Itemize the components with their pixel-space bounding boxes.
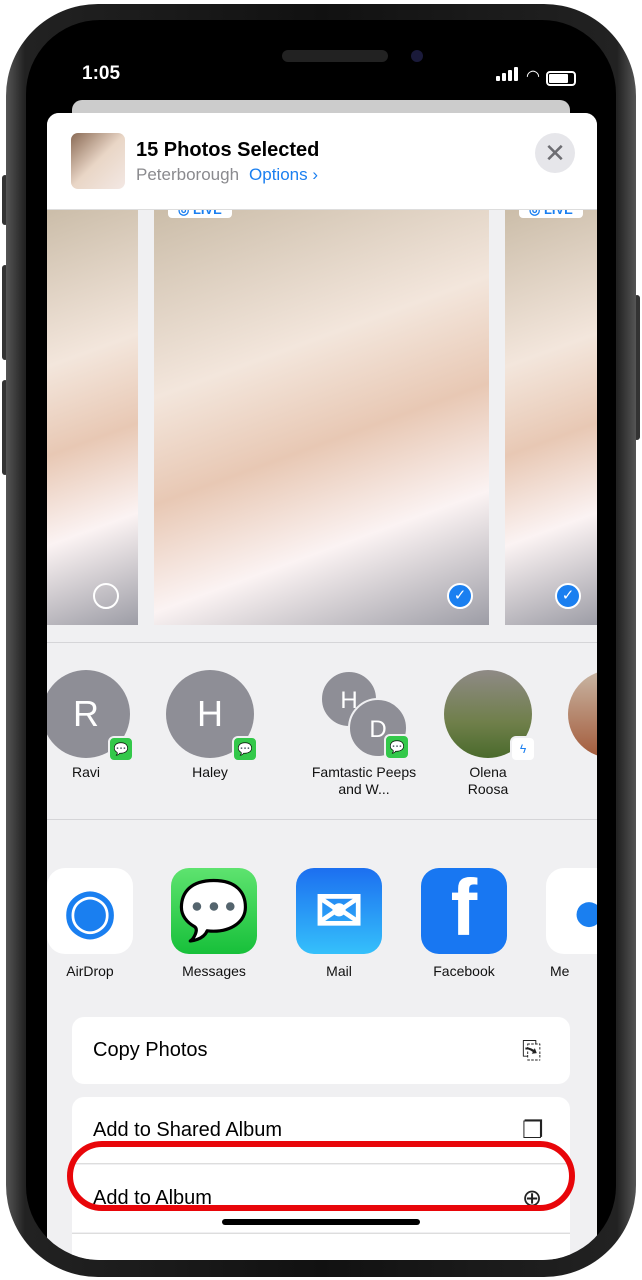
location-label: Peterborough — [136, 165, 240, 184]
select-circle-icon[interactable] — [93, 583, 119, 609]
person-partial[interactable] — [557, 670, 597, 758]
avatar: H 💬 — [166, 670, 258, 762]
live-badge: ◎ LIVE — [168, 210, 232, 218]
app-name: Mail — [326, 963, 352, 979]
wifi-icon: ◠ — [526, 68, 540, 85]
battery-icon — [546, 71, 576, 86]
copy-icon: ⎘ — [522, 1037, 542, 1064]
group-avatar: H D 💬 — [320, 670, 410, 760]
person-name: Olena Roosa — [467, 764, 509, 797]
app-name: Messages — [182, 963, 246, 979]
selection-thumbnail — [71, 133, 125, 189]
person-ravi[interactable]: R 💬 Ravi — [47, 670, 141, 781]
avatar: ϟ — [444, 670, 536, 762]
person-haley[interactable]: H 💬 Haley — [155, 670, 265, 781]
app-name: AirDrop — [66, 963, 114, 979]
avatar: R 💬 — [47, 670, 134, 762]
airdrop-icon: ◉ — [47, 868, 133, 954]
photo-thumbnail[interactable]: ◎ LIVE ✓ — [154, 210, 489, 625]
photo-thumbnail[interactable]: ◎ LIVE ✓ — [505, 210, 597, 625]
messages-badge-icon: 💬 — [384, 734, 410, 760]
options-link[interactable]: Options › — [249, 165, 318, 184]
live-badge: ◎ LIVE — [519, 210, 583, 218]
close-button[interactable]: ✕ — [535, 133, 575, 173]
share-header: 15 Photos Selected Peterborough Options ›… — [47, 113, 597, 210]
share-title: 15 Photos Selected — [136, 139, 320, 161]
action-copy-photos[interactable]: Copy Photos ⎘ — [72, 1017, 570, 1084]
app-facebook[interactable]: f Facebook — [409, 863, 519, 979]
share-subtitle: Peterborough Options › — [136, 165, 318, 185]
messages-icon: 💬 — [171, 868, 257, 954]
divider — [47, 819, 597, 820]
facebook-icon: f — [421, 863, 507, 954]
person-name: Haley — [192, 764, 228, 780]
signal-icon — [496, 67, 520, 86]
person-name: Ravi — [71, 764, 100, 780]
status-time: 1:05 — [82, 63, 121, 84]
avatar: D 💬 — [348, 698, 410, 760]
photo-thumbnail[interactable] — [47, 210, 138, 625]
speaker — [282, 50, 388, 62]
app-messages[interactable]: 💬 Messages — [159, 868, 269, 979]
highlight-annotation — [67, 1141, 575, 1211]
app-airdrop[interactable]: ◉ AirDrop — [47, 868, 145, 979]
share-sheet: 15 Photos Selected Peterborough Options ›… — [47, 113, 597, 1260]
divider — [47, 642, 597, 643]
messages-badge-icon: 💬 — [232, 736, 258, 762]
action-partial[interactable] — [72, 1233, 570, 1260]
person-olena[interactable]: ϟ Olena Roosa — [433, 670, 543, 798]
app-messenger[interactable]: ● Me — [534, 868, 597, 979]
mail-icon: ✉ — [296, 868, 382, 954]
app-name: Me — [550, 963, 570, 979]
checkmark-icon[interactable]: ✓ — [447, 583, 473, 609]
avatar — [568, 670, 597, 758]
messages-badge-icon: 💬 — [108, 736, 134, 762]
messenger-icon: ● — [546, 868, 597, 954]
screen: 1:05 ◠ 15 Photos Selected Peterborough Op… — [26, 20, 616, 1260]
status-icons: ◠ — [496, 66, 576, 86]
camera — [411, 50, 423, 62]
messenger-badge-icon: ϟ — [510, 736, 536, 762]
app-name: Facebook — [433, 963, 495, 979]
person-group[interactable]: H D 💬 Famtastic Peeps and W... — [309, 670, 419, 798]
home-indicator[interactable] — [222, 1219, 420, 1225]
checkmark-icon[interactable]: ✓ — [555, 583, 581, 609]
app-mail[interactable]: ✉ Mail — [284, 868, 394, 979]
person-name: Famtastic Peeps and W... — [311, 764, 417, 797]
